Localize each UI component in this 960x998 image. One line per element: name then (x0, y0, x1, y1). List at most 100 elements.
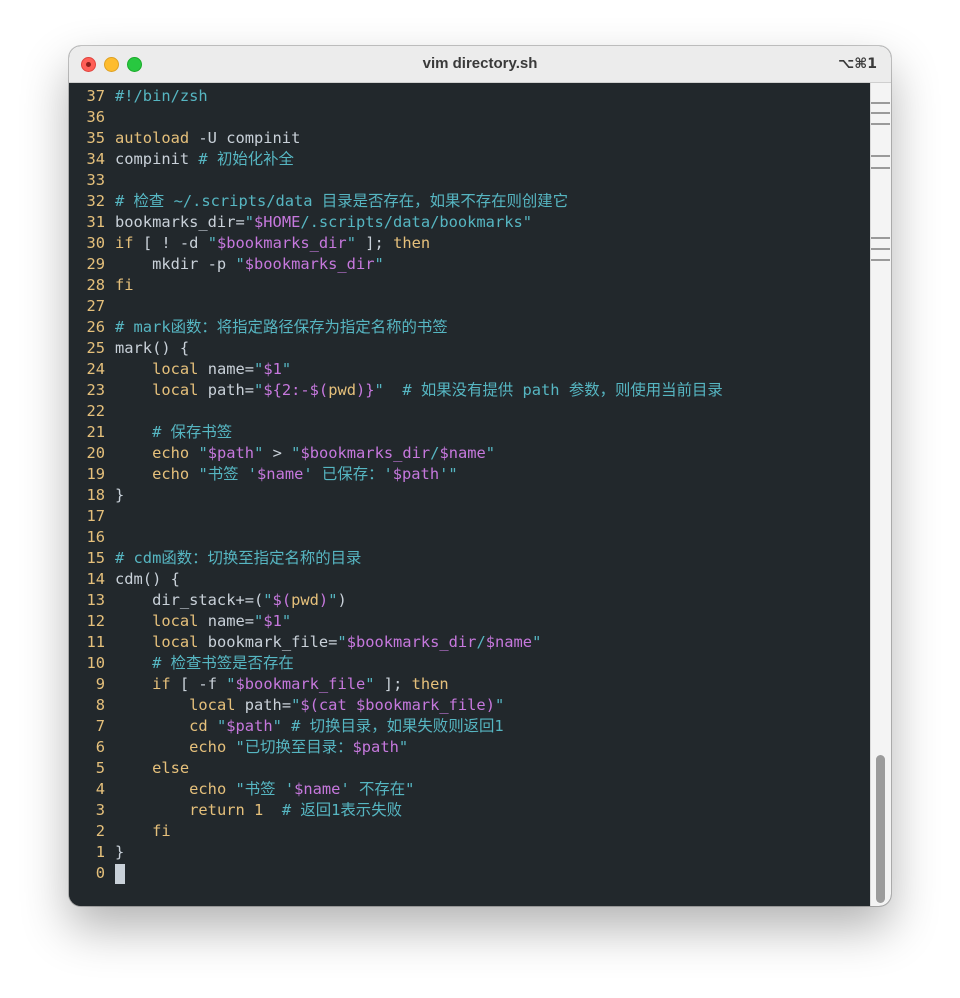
code-line[interactable]: 29 mkdir -p "$bookmarks_dir" (69, 254, 383, 275)
code-token: " (272, 717, 282, 735)
code-line[interactable]: 21 # 保存书签 (69, 422, 232, 443)
code-token: " (216, 717, 227, 735)
code-line[interactable]: 12 local name="$1" (69, 611, 291, 632)
code-token: " (494, 696, 505, 714)
code-text: #!/bin/zsh (115, 87, 208, 105)
code-text: } (115, 486, 124, 504)
code-token: ' 已保存：' (303, 465, 393, 483)
code-line[interactable]: 35 autoload -U compinit (69, 128, 300, 149)
code-line[interactable]: 37 #!/bin/zsh (69, 86, 208, 107)
code-line[interactable]: 30 if [ ! -d "$bookmarks_dir" ]; then (69, 233, 430, 254)
code-line[interactable]: 26 # mark函数：将指定路径保存为指定名称的书签 (69, 317, 448, 338)
code-line[interactable]: 34 compinit # 初始化补全 (69, 149, 294, 170)
line-number: 23 (86, 381, 105, 399)
line-number: 6 (95, 738, 105, 756)
code-line[interactable]: 1} (69, 842, 125, 863)
code-token: $1 (263, 612, 282, 630)
code-token: ${2:-$( (263, 381, 329, 399)
code-token: $name (439, 444, 486, 462)
line-number: 13 (86, 591, 105, 609)
code-line[interactable]: 36 (69, 107, 115, 128)
code-token: if (152, 675, 171, 693)
code-line[interactable]: 3 return 1 # 返回1表示失败 (69, 800, 402, 821)
code-token: autoload (115, 129, 190, 147)
code-token: )} (356, 381, 375, 399)
code-line[interactable]: 25 mark() { (69, 338, 189, 359)
code-line[interactable]: 19 echo "书签 '$name' 已保存：'$path'" (69, 464, 457, 485)
code-line[interactable]: 15 # cdm函数：切换至指定名称的目录 (69, 548, 361, 569)
code-line[interactable]: 4 echo "书签 '$name' 不存在" (69, 779, 415, 800)
code-line[interactable]: 23 local path="${2:-$(pwd)}" # 如果没有提供 pa… (69, 380, 722, 401)
code-token: $path (226, 717, 273, 735)
code-token: path= (198, 381, 255, 399)
code-text: autoload -U compinit (115, 129, 300, 147)
scrollbar-marker (871, 102, 890, 104)
code-token: [ ! -d (133, 234, 208, 252)
code-line[interactable]: 6 echo "已切换至目录：$path" (69, 737, 408, 758)
scrollbar-marker (871, 123, 890, 125)
vim-editor[interactable]: 37 #!/bin/zsh 36 35 autoload -U compinit 34 co… (69, 83, 871, 906)
scrollbar-marker (871, 259, 890, 261)
code-text: if [ ! -d "$bookmarks_dir" ]; then (115, 234, 430, 252)
code-line[interactable]: 31 bookmarks_dir="$HOME/.scripts/data/boo… (69, 212, 532, 233)
code-text: else (115, 759, 189, 777)
code-text: # 保存书签 (115, 423, 232, 441)
line-number: 33 (86, 171, 105, 189)
code-line[interactable]: 7 cd "$path" # 切换目录，如果失败则返回1 (69, 716, 504, 737)
code-line[interactable]: 14 cdm() { (69, 569, 179, 590)
code-token: > (263, 444, 292, 462)
code-line[interactable]: 27 (69, 296, 115, 317)
code-token: bookmark_file= (198, 633, 338, 651)
code-token: " (244, 213, 255, 231)
code-line[interactable]: 13 dir_stack+=("$(pwd)") (69, 590, 346, 611)
code-token: "已切换至目录： (235, 738, 353, 756)
code-line[interactable]: 20 echo "$path" > "$bookmarks_dir/$name" (69, 443, 495, 464)
code-line[interactable]: 9 if [ -f "$bookmark_file" ]; then (69, 674, 449, 695)
scrollbar-thumb[interactable] (876, 755, 885, 903)
code-line[interactable]: 33 (69, 170, 115, 191)
code-token: $name (485, 633, 533, 651)
code-text: echo "已切换至目录：$path" (115, 738, 408, 756)
code-token: ' 不存在" (340, 780, 415, 798)
line-number: 27 (86, 297, 105, 315)
scrollbar[interactable] (870, 83, 891, 906)
code-line[interactable]: 2 fi (69, 821, 171, 842)
code-text: fi (115, 276, 134, 294)
code-line[interactable]: 28 fi (69, 275, 134, 296)
line-number: 26 (86, 318, 105, 336)
code-token: " (346, 234, 356, 252)
code-line[interactable]: 0 (69, 863, 125, 884)
scrollbar-marker (871, 237, 890, 239)
code-line[interactable]: 5 else (69, 758, 189, 779)
code-token: $(cat $bookmark_file) (300, 696, 495, 714)
code-token: echo (152, 465, 190, 483)
code-token: " (254, 381, 264, 399)
code-token: # 初始化补全 (198, 150, 294, 168)
code-token: " (365, 675, 375, 693)
code-line[interactable]: 10 # 检查书签是否存在 (69, 653, 293, 674)
code-line[interactable]: 11 local bookmark_file="$bookmarks_dir/$… (69, 632, 541, 653)
code-line[interactable]: 32 # 检查 ~/.scripts/data 目录是否存在，如果不存在则创建它 (69, 191, 568, 212)
code-text: # 检查 ~/.scripts/data 目录是否存在，如果不存在则创建它 (115, 192, 568, 210)
line-number: 11 (86, 633, 105, 651)
code-line[interactable]: 18} (69, 485, 124, 506)
code-line[interactable]: 8 local path="$(cat $bookmark_file)" (69, 695, 505, 716)
line-number: 22 (86, 402, 105, 420)
code-token: " (291, 696, 301, 714)
code-token: pwd (291, 591, 319, 609)
code-text: # mark函数：将指定路径保存为指定名称的书签 (115, 318, 448, 336)
code-line[interactable]: 16 (69, 527, 115, 548)
code-text: echo "书签 '$name' 不存在" (115, 780, 414, 798)
line-number: 1 (95, 843, 105, 861)
code-text: local path="$(cat $bookmark_file)" (115, 696, 504, 714)
code-line[interactable]: 17 (69, 506, 115, 527)
code-text: cd "$path" # 切换目录，如果失败则返回1 (115, 717, 504, 735)
code-token: compinit (115, 150, 199, 168)
code-line[interactable]: 24 local name="$1" (69, 359, 291, 380)
line-number: 20 (86, 444, 105, 462)
code-token: $( (272, 591, 292, 609)
code-line[interactable]: 22 (69, 401, 115, 422)
